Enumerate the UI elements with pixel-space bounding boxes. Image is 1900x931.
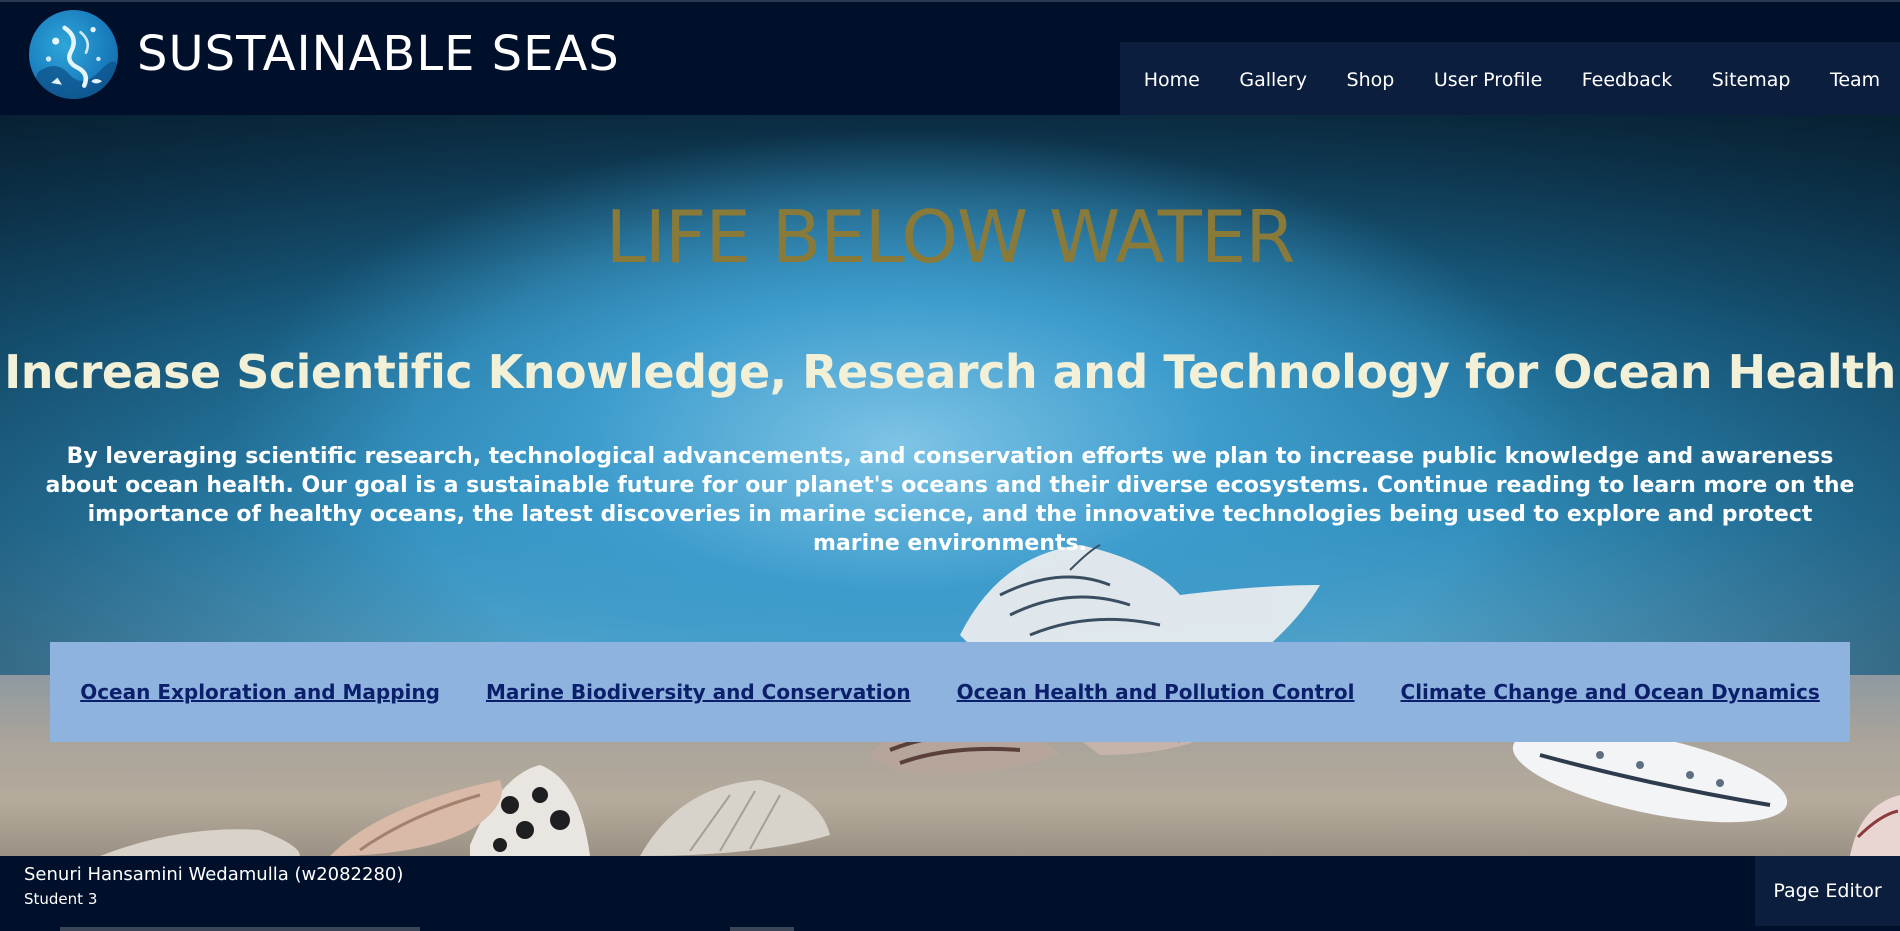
page-editor-button[interactable]: Page Editor xyxy=(1755,856,1900,926)
nav-user-profile[interactable]: User Profile xyxy=(1434,69,1542,91)
site-title[interactable]: SUSTAINABLE SEAS xyxy=(137,24,620,84)
nav-feedback[interactable]: Feedback xyxy=(1582,69,1672,91)
scallop-shell xyxy=(640,780,830,856)
link-marine-biodiversity[interactable]: Marine Biodiversity and Conservation xyxy=(486,680,911,704)
hero-subtitle: Increase Scientific Knowledge, Research … xyxy=(4,345,1896,399)
hero-section: LIFE BELOW WATER Increase Scientific Kno… xyxy=(0,115,1900,856)
author-role: Student 3 xyxy=(24,890,98,908)
small-shell-right xyxy=(1850,795,1900,856)
link-climate-change[interactable]: Climate Change and Ocean Dynamics xyxy=(1401,680,1820,704)
logo-graphic xyxy=(29,25,118,99)
link-ocean-health[interactable]: Ocean Health and Pollution Control xyxy=(957,680,1355,704)
topic-links-bar: Ocean Exploration and Mapping Marine Bio… xyxy=(50,642,1850,742)
scroll-indicator xyxy=(60,927,420,931)
site-footer: Senuri Hansamini Wedamulla (w2082280) St… xyxy=(0,856,1900,931)
hero-title: LIFE BELOW WATER xyxy=(605,195,1296,279)
spiral-shell xyxy=(100,780,502,856)
nav-gallery[interactable]: Gallery xyxy=(1239,69,1307,91)
nav-team[interactable]: Team xyxy=(1830,69,1880,91)
scroll-indicator-secondary xyxy=(730,927,794,931)
nav-sitemap[interactable]: Sitemap xyxy=(1712,69,1791,91)
link-ocean-exploration[interactable]: Ocean Exploration and Mapping xyxy=(80,680,440,704)
ocean-logo-icon[interactable] xyxy=(29,10,118,99)
hero-description: By leveraging scientific research, techn… xyxy=(45,444,1855,556)
site-header: SUSTAINABLE SEAS Home Gallery Shop User … xyxy=(0,0,1900,117)
author-name: Senuri Hansamini Wedamulla (w2082280) xyxy=(24,864,404,885)
main-nav: Home Gallery Shop User Profile Feedback … xyxy=(1120,42,1900,117)
nav-shop[interactable]: Shop xyxy=(1347,69,1395,91)
nav-home[interactable]: Home xyxy=(1144,69,1200,91)
